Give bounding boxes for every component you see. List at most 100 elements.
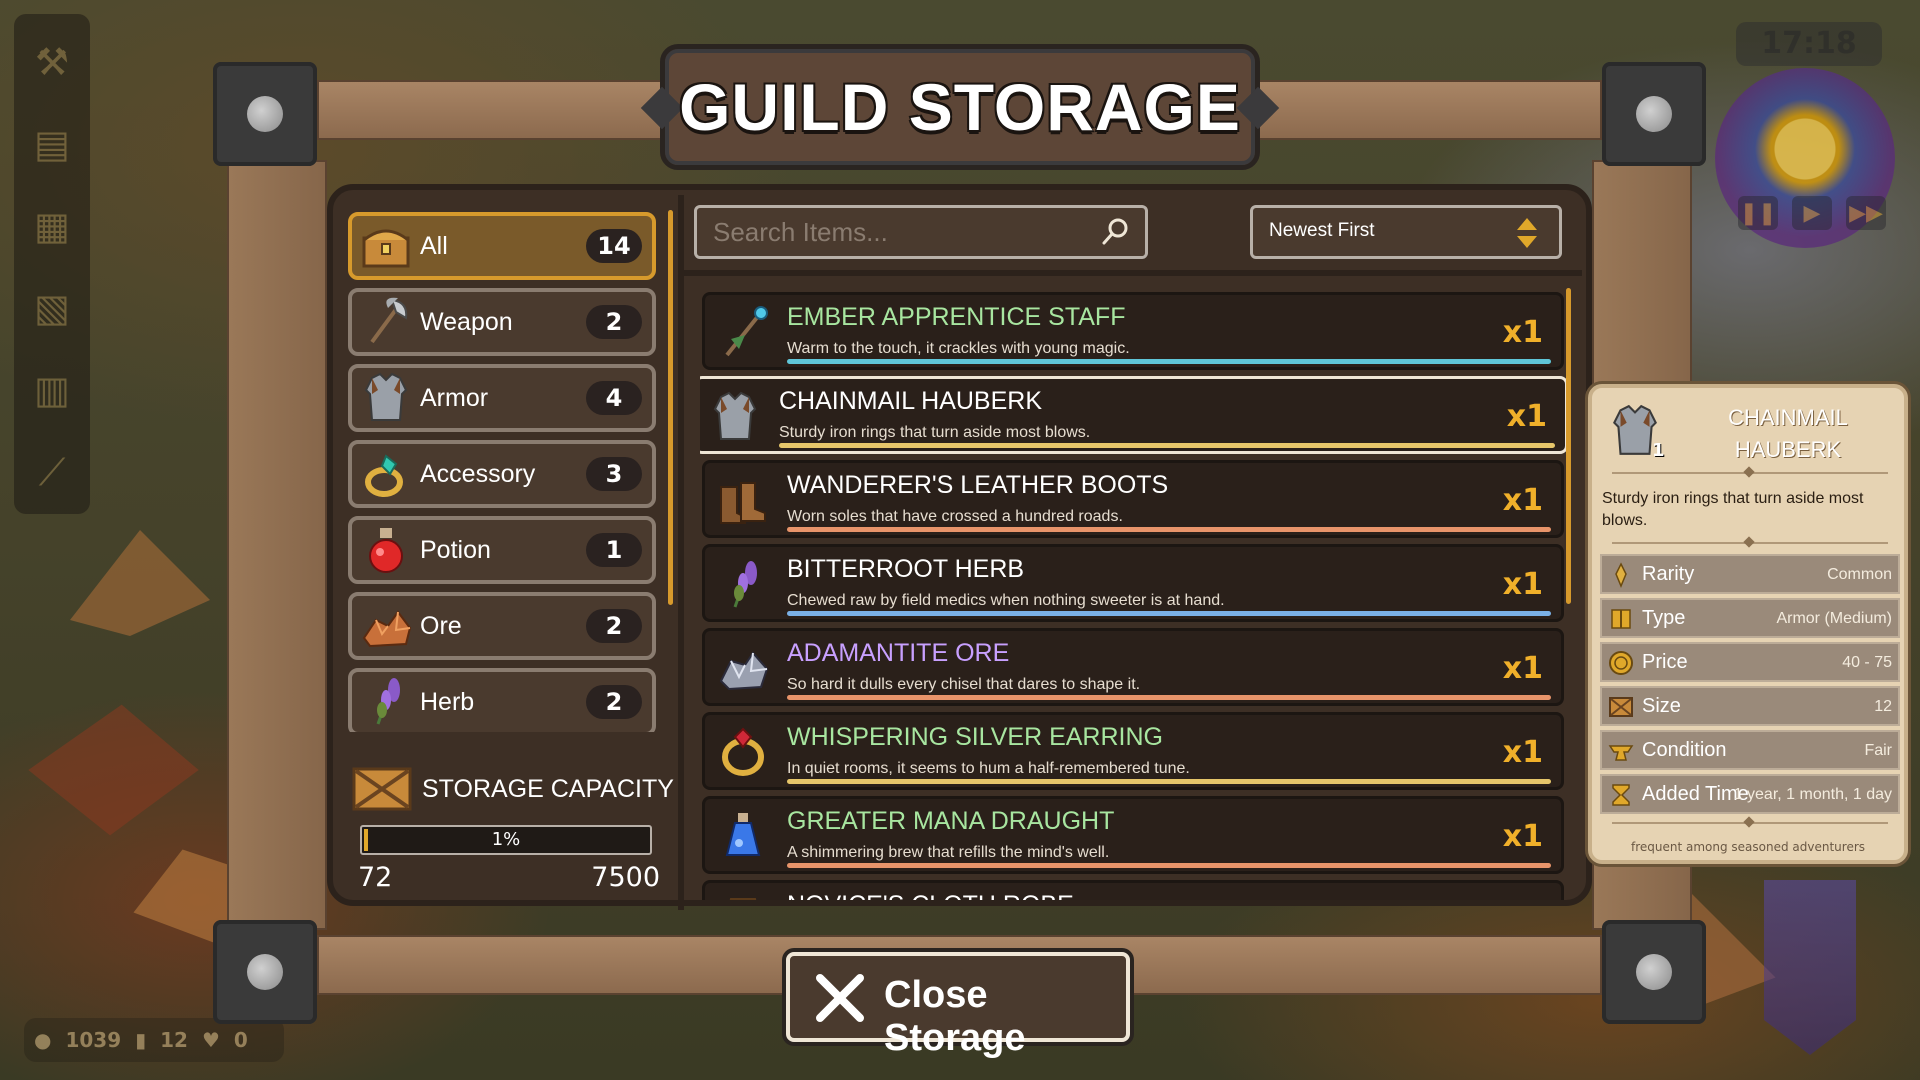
category-label: Accessory [420,459,536,488]
category-scrollbar[interactable] [668,210,673,605]
item-row[interactable]: EMBER APPRENTICE STAFF Warm to the touch,… [702,292,1564,370]
capacity-percent: 1% [491,829,521,850]
item-description: Worn soles that have crossed a hundred r… [787,508,1123,525]
item-detail-panel: 1 CHAINMAIL HAUBERK Sturdy iron rings th… [1588,384,1908,864]
close-storage-label: Close Storage [884,974,1026,1059]
capacity-used: 72 [358,862,393,893]
item-row[interactable]: ADAMANTITE ORE So hard it dulls every chi… [702,628,1564,706]
category-count-badge: 2 [586,305,642,339]
mana-potion-icon [725,813,761,856]
item-description: So hard it dulls every chisel that dares… [787,676,1141,693]
category-all[interactable]: All 14 [348,212,656,280]
ring-icon [365,454,403,497]
search-icon[interactable] [1099,216,1131,248]
crate-corner [213,62,317,166]
quest-board-icon[interactable]: ▤ [24,116,80,172]
category-label: Potion [420,535,491,564]
reputation-icon: ♥ [201,1028,220,1052]
pause-button[interactable]: ❚❚ [1738,196,1778,230]
stat-label: Price [1642,651,1688,673]
adamantite-ore-icon [719,651,769,691]
stat-label: Type [1642,607,1686,629]
category-count-badge: 3 [586,457,642,491]
close-storage-button[interactable]: Close Storage [786,952,1130,1059]
category-potion[interactable]: Potion 1 [348,516,656,584]
category-accessory[interactable]: Accessory 3 [348,440,656,508]
category-weapon[interactable]: Weapon 2 [348,288,656,356]
item-level: 1 [1652,440,1665,461]
item-quantity: x1 [1502,483,1543,518]
sort-arrows-icon [1517,218,1537,248]
sort-dropdown[interactable]: Newest First [1250,205,1562,259]
item-row[interactable]: WHISPERING SILVER EARRING In quiet rooms,… [702,712,1564,790]
leaf-decoration [28,704,199,836]
item-quantity: x1 [1502,735,1543,770]
item-quantity: x1 [1506,399,1547,434]
item-row[interactable]: GREATER MANA DRAUGHT A shimmering brew th… [702,796,1564,874]
detail-footer: frequent among seasoned adventurers [1630,840,1866,854]
sort-label: Newest First [1269,220,1375,241]
left-toolbar: ⚒ ▤ ▦ ▧ ▥ ⟋ [14,14,90,514]
search-input[interactable] [697,208,1087,256]
stat-value: 40 - 75 [1842,654,1892,671]
treasure-chest-icon [362,229,410,268]
notice-icon[interactable]: ▦ [24,198,80,254]
ornament-divider [1612,542,1888,544]
axe-icon [370,297,408,344]
category-ore[interactable]: Ore 2 [348,592,656,660]
item-list-scrollbar[interactable] [1566,288,1571,604]
crate-corner [213,920,317,1024]
chart-icon[interactable]: ⟋ [24,444,80,500]
item-rarity-bar [787,527,1551,532]
search-box[interactable] [694,205,1148,259]
category-list: All 14 Weapon 2 Armor 4 Accessory 3 Potion 1 Ore 2 H… [346,212,664,732]
potion-icon [369,528,403,573]
coin-icon [1609,651,1633,675]
ornament-divider [1612,472,1888,474]
close-icon [816,974,864,1022]
resource-bar: ● 1039 ▮ 12 ♥ 0 [24,1018,284,1062]
ledger-icon[interactable]: ▥ [24,362,80,418]
item-quantity: x1 [1502,651,1543,686]
item-rarity-bar [787,359,1551,364]
item-name: EMBER APPRENTICE STAFF [787,303,1126,331]
fast-forward-button[interactable]: ▶▶ [1846,196,1886,230]
item-list: EMBER APPRENTICE STAFF Warm to the touch,… [700,292,1570,900]
map-icon[interactable]: ▧ [24,280,80,336]
item-row[interactable]: NOVICE'S CLOTH ROBE [702,880,1564,900]
item-description: Chewed raw by field medics when nothing … [787,592,1225,609]
category-herb[interactable]: Herb 2 [348,668,656,732]
capacity-max: 7500 [591,862,660,893]
item-quantity: x1 [1502,819,1543,854]
item-description: A shimmering brew that refills the mind'… [787,844,1110,861]
rarity-icon [1615,562,1627,588]
item-row[interactable]: WANDERER'S LEATHER BOOTS Worn soles that … [702,460,1564,538]
panel-divider [678,195,684,910]
category-label: Herb [420,687,475,716]
stat-label: Size [1642,695,1681,717]
category-label: Armor [420,383,489,412]
gold-icon: ● [34,1028,52,1052]
anvil-icon [1608,745,1634,761]
item-rarity-bar [779,443,1555,448]
item-row[interactable]: CHAINMAIL HAUBERK Sturdy iron rings that … [700,376,1568,454]
item-rarity-bar [787,695,1551,700]
category-armor[interactable]: Armor 4 [348,364,656,432]
category-count-badge: 1 [586,533,642,567]
category-count-badge: 2 [586,609,642,643]
type-icon [1611,609,1631,629]
item-row[interactable]: BITTERROOT HERB Chewed raw by field medic… [702,544,1564,622]
stat-row-added-time: Added Time 1 year, 1 month, 1 day [1600,774,1900,814]
slots-count: 12 [160,1028,188,1052]
capacity-label: STORAGE CAPACITY [422,775,674,803]
stat-value: 12 [1874,698,1892,715]
stat-value: Fair [1864,742,1892,759]
category-count-badge: 2 [586,685,642,719]
leaf-decoration [70,530,210,636]
robe-icon [729,898,757,900]
hourglass-icon [1612,784,1630,806]
pickaxe-icon[interactable]: ⚒ [24,34,80,90]
crate-icon [352,767,412,811]
game-clock: 17:18 [1736,22,1882,66]
play-button[interactable]: ▶ [1792,196,1832,230]
